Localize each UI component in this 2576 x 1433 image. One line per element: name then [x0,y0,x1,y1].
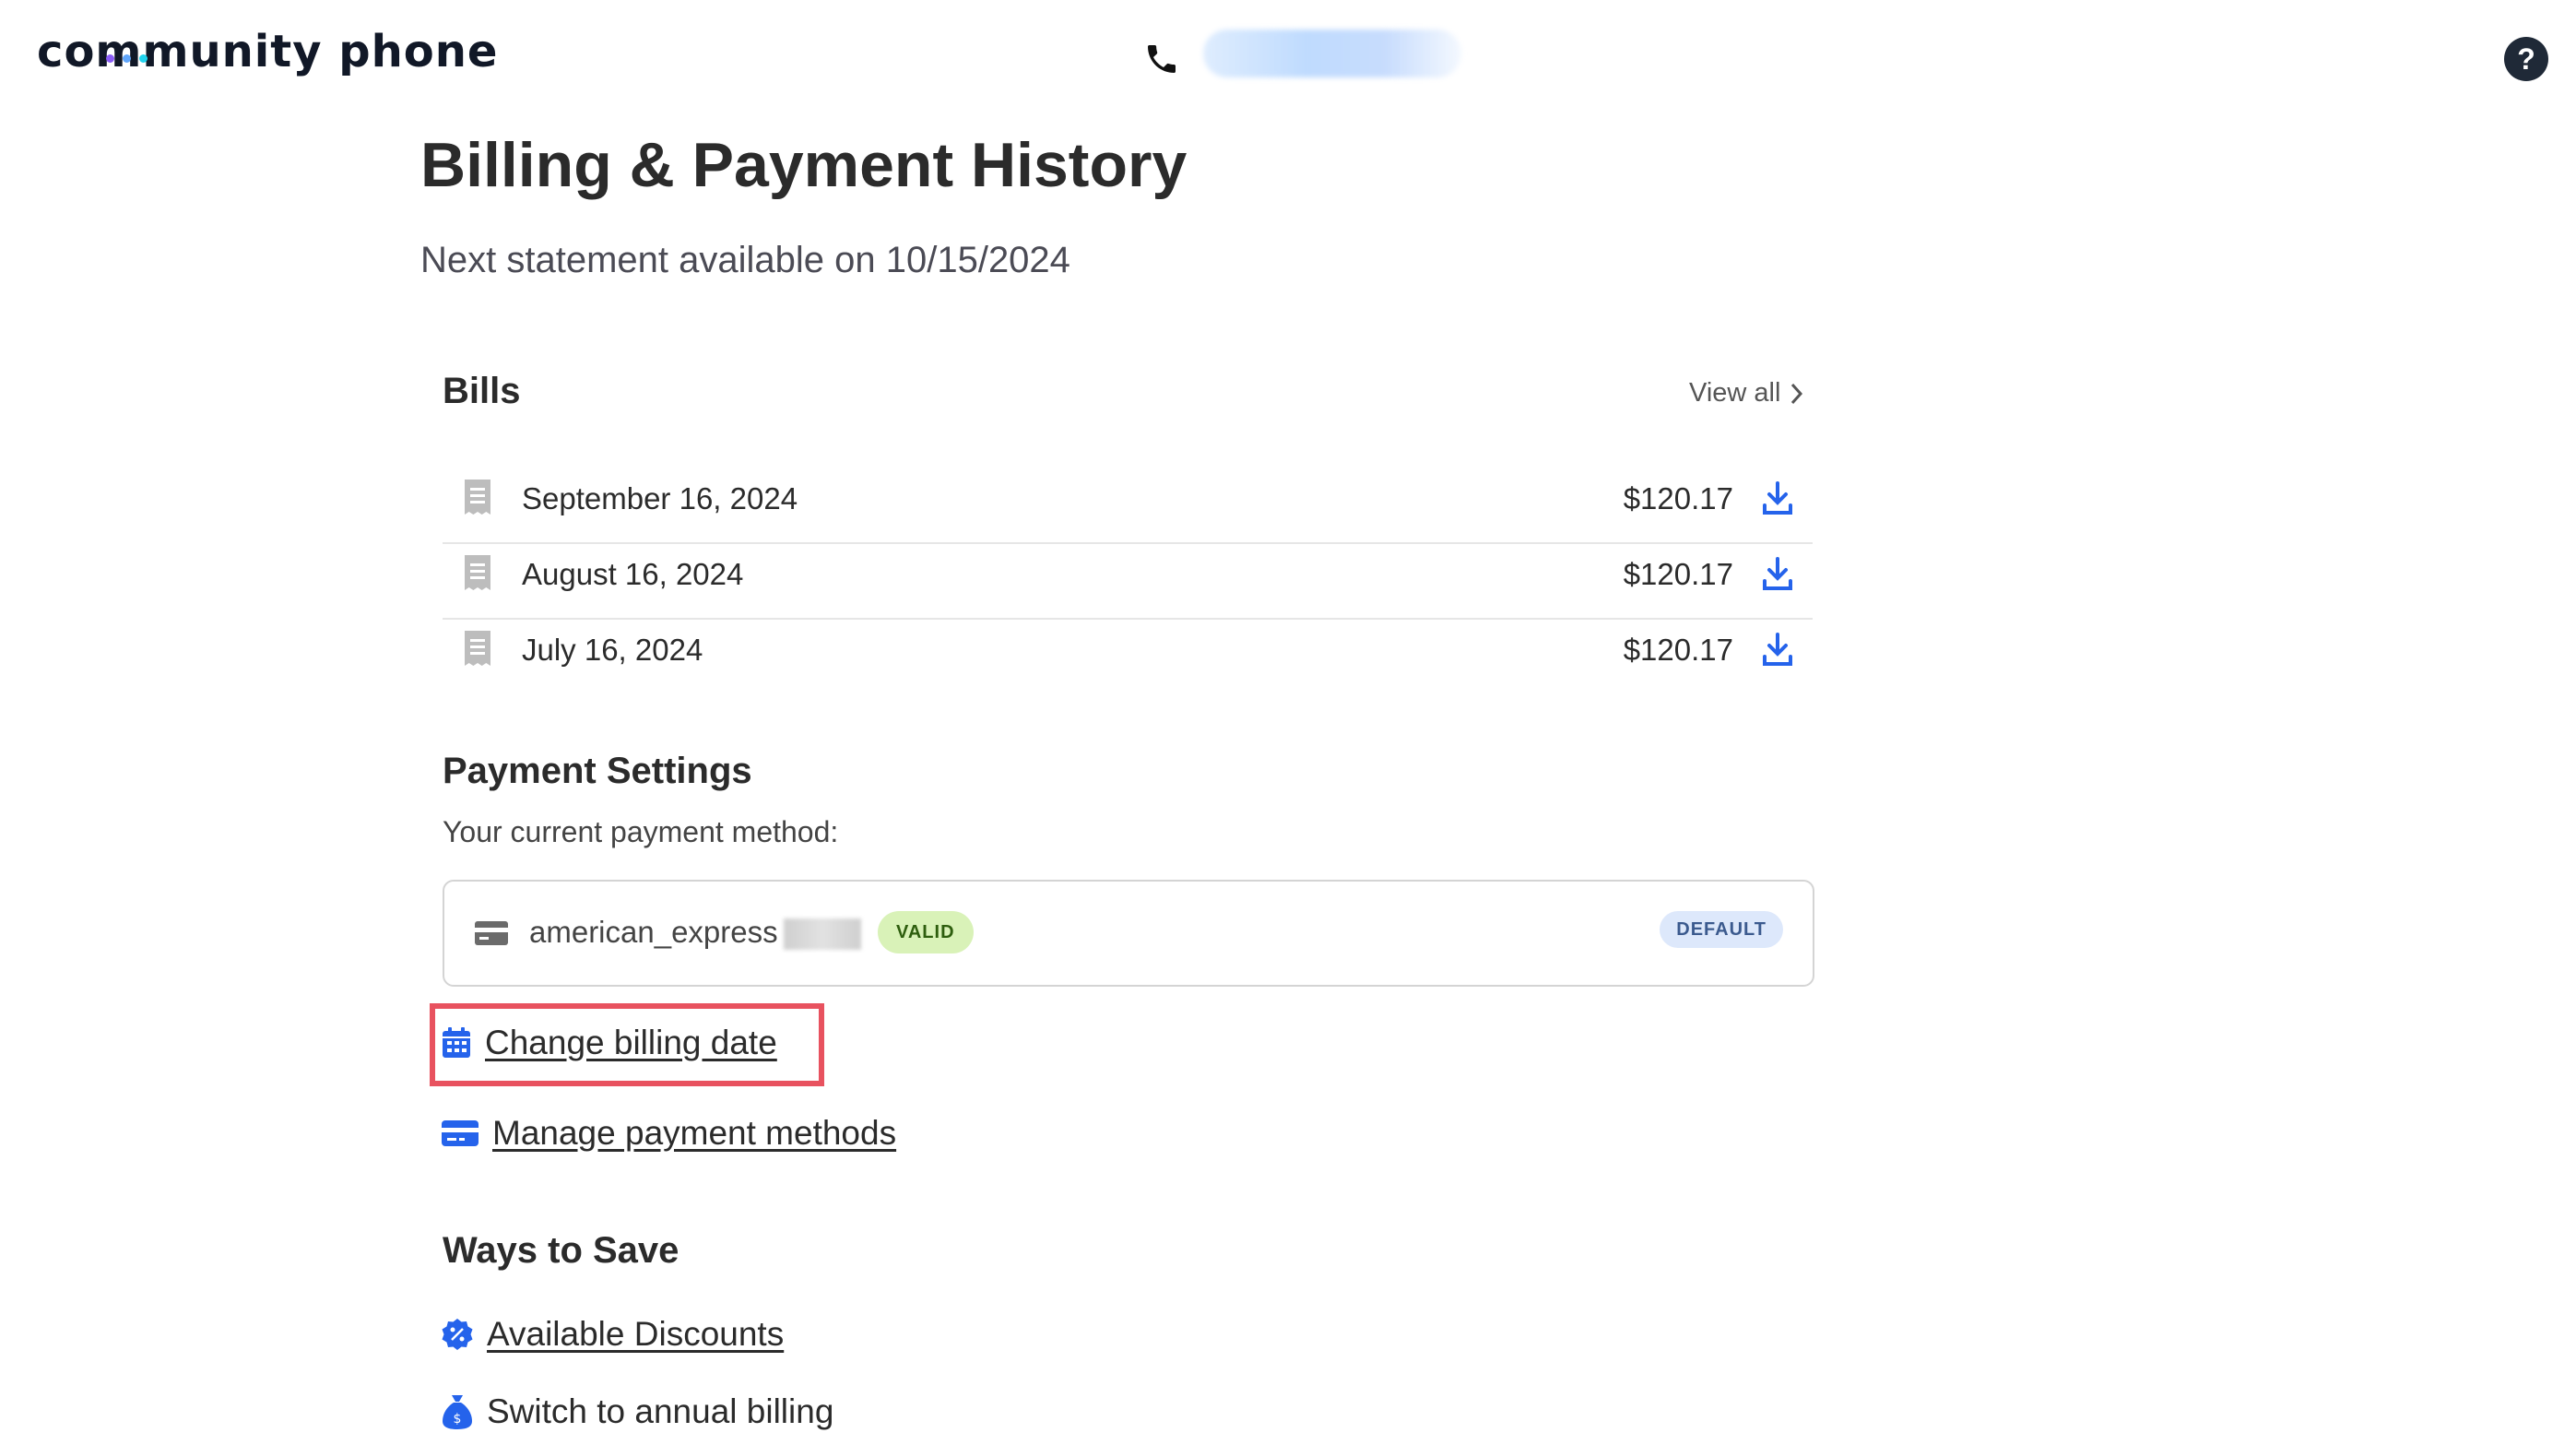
bill-date: July 16, 2024 [522,633,703,667]
switch-annual-billing-row[interactable]: $ Switch to annual billing [441,1392,833,1431]
change-billing-date-link[interactable]: Change billing date [485,1024,777,1062]
bill-date: August 16, 2024 [522,557,744,591]
bills-heading: Bills [443,371,521,411]
discount-badge-icon [442,1319,473,1350]
card-icon [442,1120,479,1146]
community-phone-logo[interactable]: community phone [37,26,498,77]
help-icon: ? [2517,41,2535,76]
bill-row[interactable]: July 16, 2024 $120.17 [443,620,1813,693]
change-billing-date-row[interactable]: Change billing date [441,1024,777,1062]
payment-method-card[interactable]: american_express VALID DEFAULT [443,880,1814,987]
page-title: Billing & Payment History [420,130,1188,200]
view-all-bills-link[interactable]: View all [1689,378,1804,409]
manage-payment-methods-row[interactable]: Manage payment methods [441,1114,896,1153]
receipt-icon [465,480,490,515]
valid-status-badge: VALID [878,911,974,953]
available-discounts-link[interactable]: Available Discounts [487,1315,784,1354]
bill-date: September 16, 2024 [522,481,798,515]
ways-to-save-heading: Ways to Save [443,1230,679,1271]
bill-row[interactable]: September 16, 2024 $120.17 [443,468,1813,544]
bills-list: September 16, 2024 $120.17 August 16, 20… [443,468,1813,693]
svg-text:$: $ [454,1412,462,1427]
phone-number-redacted [1203,30,1461,77]
credit-card-icon [475,921,508,945]
default-badge: DEFAULT [1660,911,1783,948]
chevron-right-icon [1791,383,1803,404]
available-discounts-row[interactable]: Available Discounts [441,1315,784,1354]
help-button[interactable]: ? [2504,37,2548,81]
card-number-redacted [784,918,861,950]
bill-amount: $120.17 [1623,481,1733,515]
bill-amount: $120.17 [1623,557,1733,591]
bill-amount: $120.17 [1623,633,1733,667]
next-statement-text: Next statement available on 10/15/2024 [420,240,1070,280]
switch-annual-billing-link[interactable]: Switch to annual billing [487,1392,833,1431]
current-payment-label: Your current payment method: [443,815,839,848]
calendar-icon [443,1027,470,1058]
payment-method-name: american_express [529,915,778,949]
logo-dots [106,22,156,74]
download-icon[interactable] [1761,631,1794,668]
view-all-label: View all [1689,378,1781,408]
receipt-icon [465,555,490,590]
bill-row[interactable]: August 16, 2024 $120.17 [443,544,1813,620]
download-icon[interactable] [1761,555,1794,592]
money-bag-icon: $ [443,1395,472,1429]
payment-settings-heading: Payment Settings [443,751,752,791]
download-icon[interactable] [1761,480,1794,516]
receipt-icon [465,631,490,666]
manage-payment-methods-link[interactable]: Manage payment methods [492,1114,896,1153]
phone-icon [1148,45,1176,73]
